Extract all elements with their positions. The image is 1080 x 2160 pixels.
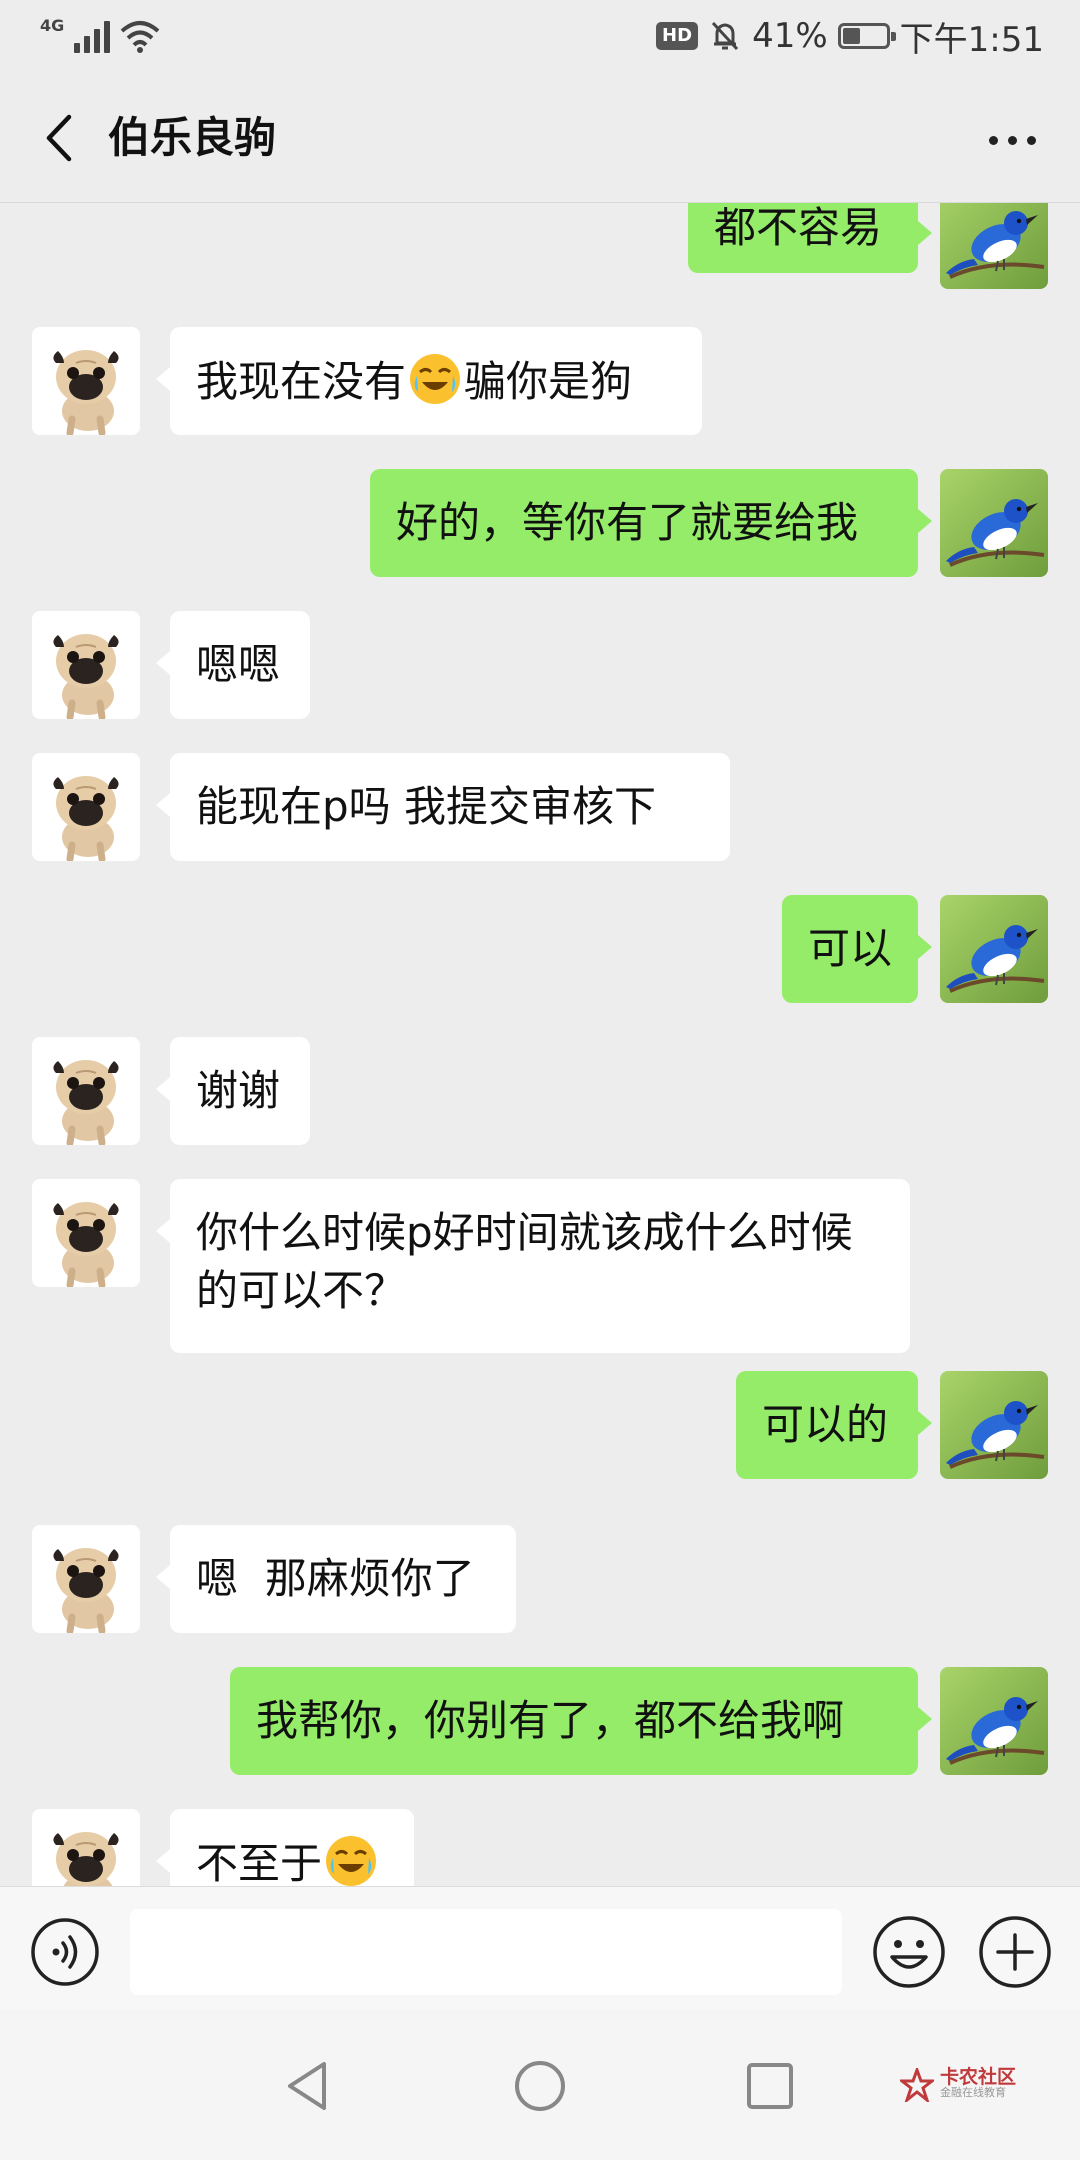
message-input[interactable] [130,1909,842,1995]
message-bubble[interactable]: 谢谢 [156,1037,310,1145]
voice-icon [31,1918,99,1986]
message-bubble[interactable]: 都不容易 [688,203,932,273]
message-bubble[interactable]: 嗯 那麻烦你了 [156,1525,516,1633]
message-text: 不至于 [196,1839,323,1886]
contact-avatar[interactable] [32,611,140,719]
incoming-message: 谢谢 [0,1037,1080,1145]
emoji-button[interactable] [872,1915,946,1989]
message-text: 骗你是狗 [464,357,633,406]
system-navigation-bar: 卡农社区 金融在线教育 [0,2010,1080,2160]
chevron-left-icon [46,114,72,162]
contact-avatar[interactable] [32,753,140,861]
back-button[interactable] [28,108,88,168]
chat-header: 伯乐良驹 [0,72,1080,203]
bell-mute-icon [711,21,739,51]
face-with-tears-of-joy-icon [410,354,461,404]
kanong-logo-icon [900,2068,934,2102]
incoming-message: 不至于 [0,1809,1080,1886]
watermark-main: 卡农社区 [940,2066,1017,2088]
contact-avatar[interactable] [32,1179,140,1287]
outgoing-message: 好的，等你有了就要给我 [0,469,1080,577]
battery-level-fill [842,28,860,44]
incoming-message: 嗯 那麻烦你了 [0,1525,1080,1633]
incoming-message: 我现在没有 骗你是狗 [0,327,1080,435]
incoming-message: 嗯嗯 [0,611,1080,719]
my-avatar[interactable] [940,1371,1048,1479]
system-recents-button[interactable] [744,2060,796,2112]
message-bubble[interactable]: 不至于 [156,1809,414,1886]
outgoing-message: 可以 [0,895,1080,1003]
plus-icon [979,1916,1051,1988]
message-bubble[interactable]: 我现在没有 骗你是狗 [156,327,702,435]
watermark: 卡农社区 金融在线教育 [900,2068,1016,2102]
more-functions-button[interactable] [978,1915,1052,1989]
hd-badge: HD [656,22,699,50]
status-bar: 4G HD 41% 下午1:51 [0,0,1080,72]
battery-percent: 41% [752,16,828,56]
watermark-sub: 金融在线教育 [940,2086,1006,2099]
system-home-button[interactable] [512,2058,568,2114]
message-bubble[interactable]: 能现在p吗 我提交审核下 [156,753,730,861]
outgoing-message: 可以的 [0,1371,1080,1479]
face-palm-icon [326,1836,377,1886]
signal-icon [74,19,111,53]
outgoing-message: 都不容易 [0,203,1080,289]
message-bubble[interactable]: 好的，等你有了就要给我 [370,469,932,577]
battery-icon [837,23,896,49]
contact-avatar[interactable] [32,1525,140,1633]
emoji-icon [873,1916,945,1988]
message-list[interactable]: 都不容易 我现在没有 骗你是狗 好的，等你有了就要给我 嗯嗯 能现在p吗 我提交… [0,203,1080,1886]
triangle-back-icon [288,2062,326,2110]
my-avatar[interactable] [940,469,1048,577]
message-bubble[interactable]: 可以 [782,895,932,1003]
my-avatar[interactable] [940,203,1048,289]
square-recents-icon [747,2063,793,2109]
input-bar [0,1886,1080,2011]
more-options-button[interactable] [972,112,1052,168]
network-type: 4G [40,16,65,35]
status-right: HD 41% 下午1:51 [656,14,1044,60]
voice-button[interactable] [30,1917,100,1987]
more-dots-icon [988,135,998,145]
message-bubble[interactable]: 可以的 [736,1371,932,1479]
my-avatar[interactable] [940,895,1048,1003]
chat-title: 伯乐良驹 [108,113,277,162]
circle-home-icon [515,2061,565,2111]
message-bubble[interactable]: 你什么时候p好时间就该成什么时候的可以不？ [156,1179,910,1353]
incoming-message: 你什么时候p好时间就该成什么时候的可以不？ [0,1179,1080,1353]
message-bubble[interactable]: 我帮你，你别有了，都不给我啊 [230,1667,932,1775]
system-back-button[interactable] [280,2058,336,2114]
contact-avatar[interactable] [32,1037,140,1145]
status-left: 4G [40,14,160,58]
outgoing-message: 我帮你，你别有了，都不给我啊 [0,1667,1080,1775]
contact-avatar[interactable] [32,1809,140,1886]
incoming-message: 能现在p吗 我提交审核下 [0,753,1080,861]
clock: 下午1:51 [899,19,1044,60]
message-text: 我现在没有 [196,357,407,406]
message-bubble[interactable]: 嗯嗯 [156,611,310,719]
contact-avatar[interactable] [32,327,140,435]
wifi-icon [120,21,160,53]
my-avatar[interactable] [940,1667,1048,1775]
